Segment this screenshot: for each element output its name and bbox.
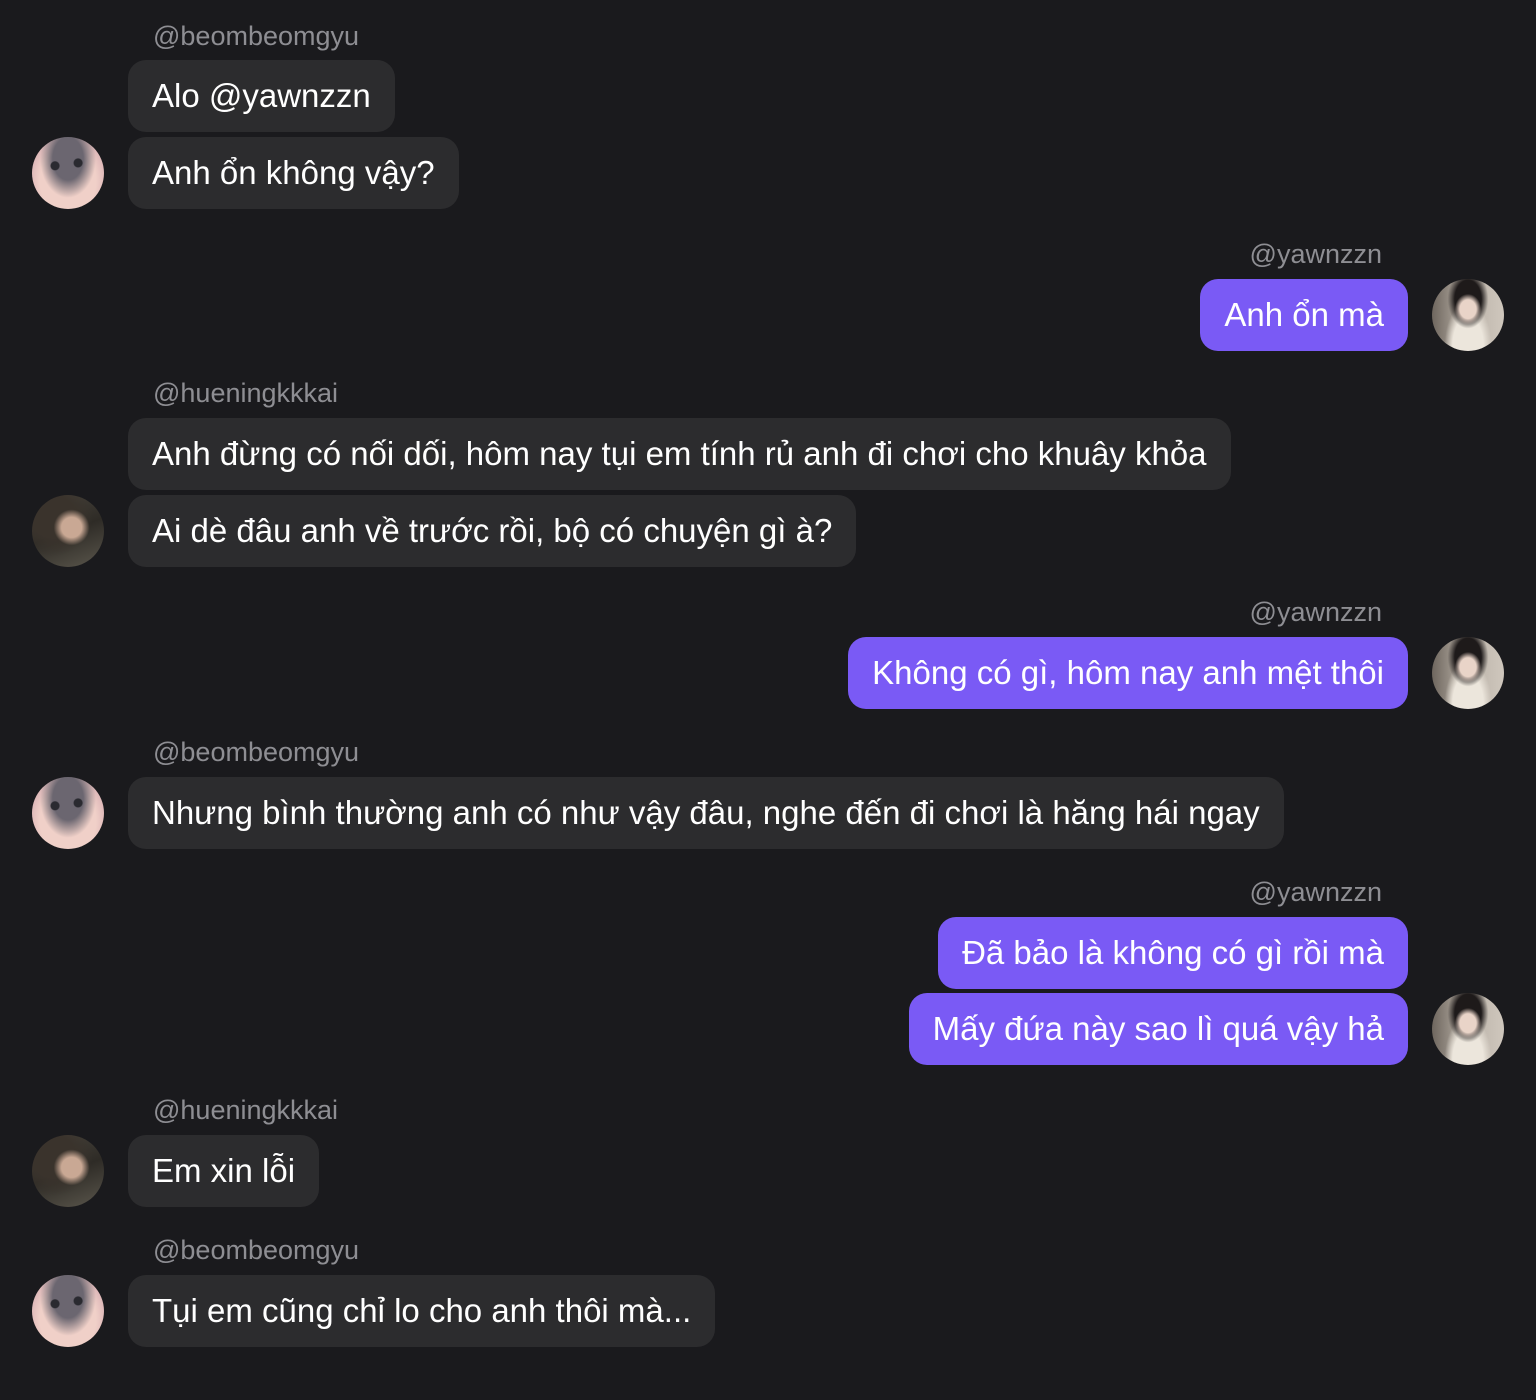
message-bubble[interactable]: Alo @yawnzzn (128, 60, 395, 132)
sender-username[interactable]: @yawnzzn (1250, 238, 1382, 270)
message-bubble[interactable]: Tụi em cũng chỉ lo cho anh thôi mà... (128, 1275, 716, 1347)
avatar[interactable] (1432, 637, 1504, 709)
chat-thread: @beombeomgyu Alo @yawnzzn Anh ổn không v… (0, 0, 1536, 1400)
message-bubble[interactable]: Ai dè đâu anh về trước rồi, bộ có chuyện… (128, 495, 857, 567)
sender-username[interactable]: @beombeomgyu (153, 1234, 359, 1266)
sender-username[interactable]: @beombeomgyu (153, 736, 359, 768)
avatar[interactable] (32, 1135, 104, 1207)
message-bubble[interactable]: Mấy đứa này sao lì quá vậy hả (908, 993, 1408, 1065)
avatar[interactable] (32, 1275, 104, 1347)
sender-username[interactable]: @yawnzzn (1250, 876, 1382, 908)
message-bubble[interactable]: Không có gì, hôm nay anh mệt thôi (848, 637, 1408, 709)
avatar[interactable] (32, 777, 104, 849)
message-bubble[interactable]: Đã bảo là không có gì rồi mà (938, 917, 1408, 989)
avatar[interactable] (1432, 993, 1504, 1065)
message-bubble[interactable]: Em xin lỗi (128, 1135, 320, 1207)
avatar[interactable] (1432, 279, 1504, 351)
avatar[interactable] (32, 137, 104, 209)
sender-username[interactable]: @yawnzzn (1250, 596, 1382, 628)
sender-username[interactable]: @beombeomgyu (153, 20, 359, 52)
message-bubble[interactable]: Anh ổn mà (1200, 279, 1408, 351)
avatar[interactable] (32, 495, 104, 567)
sender-username[interactable]: @hueningkkkai (153, 1094, 338, 1126)
message-bubble[interactable]: Anh ổn không vậy? (128, 137, 459, 209)
message-bubble[interactable]: Anh đừng có nối dối, hôm nay tụi em tính… (128, 418, 1231, 490)
sender-username[interactable]: @hueningkkkai (153, 377, 338, 409)
message-bubble[interactable]: Nhưng bình thường anh có như vậy đâu, ng… (128, 777, 1284, 849)
